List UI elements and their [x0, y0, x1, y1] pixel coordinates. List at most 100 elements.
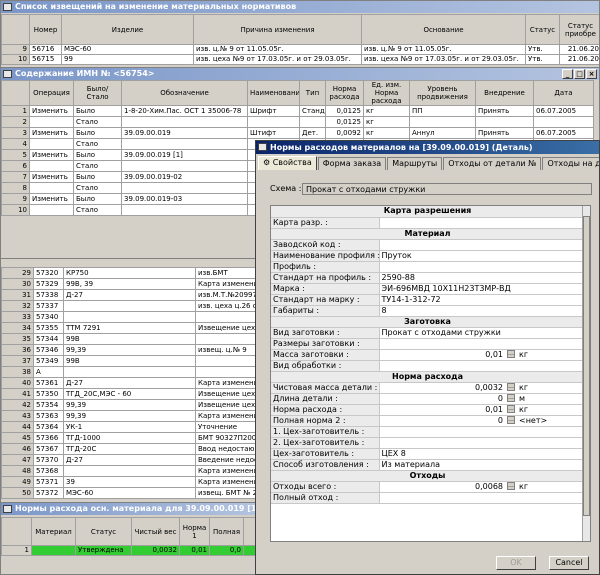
ellipsis-icon[interactable]: … [505, 349, 517, 361]
property-value[interactable]: 0,0032 [379, 382, 505, 394]
property-row-net-mass[interactable]: Чистовая масса детали :0,0032… кг [271, 382, 585, 394]
ellipsis-icon[interactable]: … [505, 393, 517, 405]
property-row-length[interactable]: Длина детали :0… м [271, 393, 585, 405]
property-value[interactable] [379, 426, 585, 438]
table-row[interactable]: 49 57371 39 Карта изменения [1, 476, 260, 488]
content-titlebar[interactable]: Содержание ИМН № <56754> _ □ × [1, 68, 599, 80]
col-unit[interactable]: Ед. изм. Норма расхода [363, 80, 410, 106]
table-row[interactable]: 33 57340 [1, 311, 260, 323]
property-row-profile[interactable]: Профиль : [271, 261, 585, 273]
table-row[interactable]: 46 57367 ТГД-20С Ввод недостающ [1, 443, 260, 455]
tab-order-form[interactable]: Форма заказа [317, 157, 387, 170]
table-row[interactable]: 29 57320 КР750 изв.БМТ [1, 267, 260, 279]
ellipsis-icon[interactable]: … [505, 404, 517, 416]
tab-properties[interactable]: ⚙ Свойства [258, 156, 317, 170]
table-row[interactable]: 3 Изменить Было 39.09.00.019 Штифт Дет. 0,0092… [1, 127, 594, 139]
table-row[interactable]: 30 57329 99В, 39 Карта изменения [1, 278, 260, 290]
property-value[interactable]: 0 [379, 393, 505, 405]
col-designation[interactable]: Обозначение [121, 80, 248, 106]
property-row-profile-name[interactable]: Наименование профиля : Пруток [271, 250, 585, 262]
property-row-processing[interactable]: Вид обработки : [271, 360, 585, 372]
cancel-button[interactable]: Cancel [549, 556, 589, 570]
property-value[interactable]: Пруток [379, 250, 585, 262]
table-row[interactable]: 47 57370 Д-27 Введение недост [1, 454, 260, 466]
property-row-profile-std[interactable]: Стандарт на профиль :2590-88 [271, 272, 585, 284]
col-norm[interactable]: Норма расхода [325, 80, 364, 106]
table-row[interactable]: 42 57354 99,39 Извещение цеха [1, 399, 260, 411]
property-row-full-norm2[interactable]: Полная норма 2 :0… <нет> [271, 415, 585, 427]
property-value[interactable]: 0,0068 [379, 481, 505, 493]
table-row[interactable]: 37 57349 99В [1, 355, 260, 367]
property-value[interactable] [379, 492, 585, 504]
col-material[interactable]: Материал [31, 517, 76, 546]
scroll-thumb[interactable] [583, 216, 590, 516]
ok-button[interactable]: OK [496, 556, 536, 570]
property-row-method[interactable]: Способ изготовления : Из материала [271, 459, 585, 471]
property-value[interactable] [379, 239, 585, 251]
table-row[interactable]: 50 57372 МЭС-60 извещ. БМТ № 21 [1, 487, 260, 499]
col-type[interactable]: Тип [299, 80, 326, 106]
close-button[interactable]: × [586, 69, 597, 79]
property-value[interactable] [379, 437, 585, 449]
table-row[interactable]: 38 А [1, 366, 260, 378]
minimize-button[interactable]: _ [562, 69, 573, 79]
property-row-grade-std[interactable]: Стандарт на марку : ТУ14-1-312-72 [271, 294, 585, 306]
property-value[interactable]: Из материала [379, 459, 585, 471]
col-level[interactable]: Уровень продвижения [409, 80, 476, 106]
property-value[interactable]: 2590-88 [379, 272, 585, 284]
property-row-factory-code[interactable]: Заводской код : [271, 239, 585, 251]
table-row[interactable]: 44 57364 УК-1 Уточнение [1, 421, 260, 433]
table-row[interactable]: 31 57338 Д-27 изв.М.Т.№20997 [1, 289, 260, 301]
property-row-norm[interactable]: Норма расхода :0,01… кг [271, 404, 585, 416]
property-value[interactable] [379, 338, 585, 350]
col-status[interactable]: Статус [525, 14, 560, 45]
col-name[interactable]: Наименование [247, 80, 300, 106]
col-impl[interactable]: Внедрение [475, 80, 534, 106]
notice-list-titlebar[interactable]: Список извещений на изменение материальн… [1, 1, 599, 13]
property-row-grade[interactable]: Марка : ЭИ-696МВД 10Х11Н23Т3МР-ВД [271, 283, 585, 295]
col-reason[interactable]: Причина изменения [193, 14, 362, 45]
col-product[interactable]: Изделие [61, 14, 194, 45]
property-row-shop2[interactable]: 2. Цех-заготовитель : [271, 437, 585, 449]
tab-waste-to[interactable]: Отходы на деталь № [542, 157, 599, 170]
table-row[interactable]: 1 Изменить Было 1-8-20-Хим.Пас. ОСТ 1 35006… [1, 105, 594, 117]
col-net[interactable]: Чистый вес [131, 517, 180, 546]
property-value[interactable] [379, 360, 585, 372]
table-row[interactable]: 45 57366 ТГД-1000 БМТ 90327П200 в [1, 432, 260, 444]
property-value[interactable]: 8 [379, 305, 585, 317]
ellipsis-icon[interactable]: … [505, 481, 517, 493]
ellipsis-icon[interactable]: … [505, 415, 517, 427]
table-row[interactable]: 41 57350 ТГД_20С,МЭС - 60 Извещение цеха [1, 388, 260, 400]
property-value[interactable] [379, 217, 585, 229]
property-row-blank-type[interactable]: Вид заготовки : Прокат с отходами стружки [271, 327, 585, 339]
property-value[interactable]: ТУ14-1-312-72 [379, 294, 585, 306]
property-row-waste-total[interactable]: Отходы всего :0,0068… кг [271, 481, 585, 493]
property-value[interactable] [379, 261, 585, 273]
table-row[interactable]: 48 57368 Карта изменения [1, 465, 260, 477]
property-row-waste-next[interactable]: Полный отход : [271, 492, 585, 504]
property-row-permit-card[interactable]: Карта разр. : [271, 217, 585, 229]
tab-waste-from[interactable]: Отходы от детали № [443, 157, 542, 170]
table-row[interactable]: 9 56716 МЭС-60 изв. ц.№ 9 от 11.05.05г. … [1, 44, 599, 55]
property-value[interactable]: 0 [379, 415, 505, 427]
table-row[interactable]: 2 Стало 0,0125 кг [1, 116, 594, 128]
properties-scrollbar[interactable] [582, 206, 590, 541]
maximize-button[interactable]: □ [574, 69, 585, 79]
property-row-blank-mass[interactable]: Масса заготовки :0,01… кг [271, 349, 585, 361]
ellipsis-icon[interactable]: … [505, 382, 517, 394]
col-date[interactable]: Дата [533, 80, 594, 106]
property-value[interactable]: ЭИ-696МВД 10Х11Н23Т3МР-ВД [379, 283, 585, 295]
table-row[interactable]: 1 Утверждена 0,0032 0,01 0,0 [1, 545, 261, 556]
norms-bottom-titlebar[interactable]: Нормы расхода осн. материала для 39.09.0… [1, 503, 261, 515]
table-row[interactable]: 10 56715 99 изв. цеха №9 от 17.03.05г. и… [1, 54, 599, 65]
col-number[interactable]: Номер [29, 14, 62, 45]
col-norm1[interactable]: Норма 1 [179, 517, 210, 546]
property-row-blank-size[interactable]: Размеры заготовки : [271, 338, 585, 350]
table-row[interactable]: 36 57346 99,39 извещ. ц.№ 9 [1, 344, 260, 356]
col-basis[interactable]: Основание [361, 14, 526, 45]
property-value[interactable]: ЦЕХ 8 [379, 448, 585, 460]
tab-routes[interactable]: Маршруты [387, 157, 443, 170]
property-value[interactable]: Прокат с отходами стружки [379, 327, 585, 339]
col-state[interactable]: Было/Стало [73, 80, 122, 106]
scheme-field[interactable]: Прокат с отходами стружки [302, 183, 592, 195]
